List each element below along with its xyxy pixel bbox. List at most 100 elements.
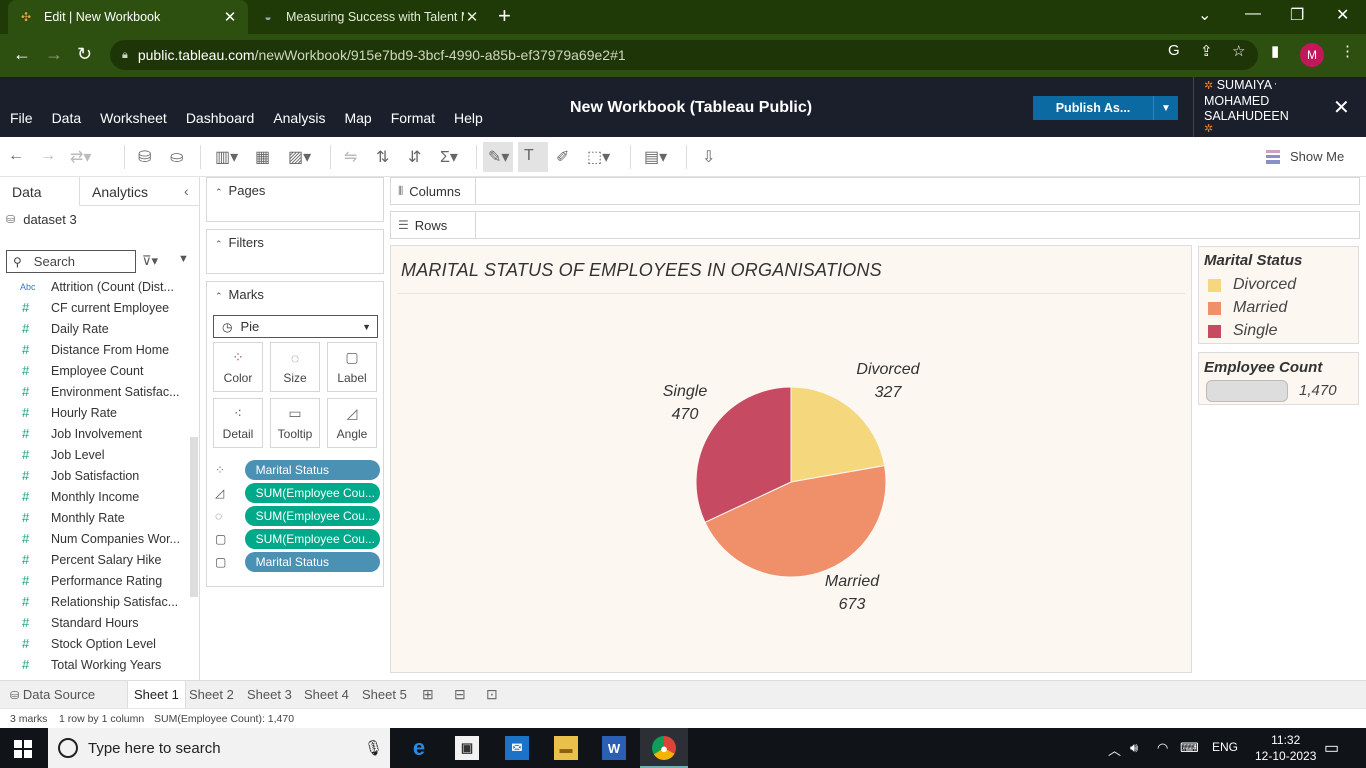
restore-icon[interactable]: ❐ xyxy=(1290,5,1304,25)
legend-item-divorced[interactable]: Divorced xyxy=(1208,275,1296,295)
highlight-icon[interactable]: ✎▾ xyxy=(488,147,509,167)
field-item[interactable]: # Employee Count xyxy=(0,360,190,381)
format-workbook-icon[interactable]: ✐ xyxy=(556,147,569,167)
new-tab-button[interactable]: + xyxy=(498,5,511,27)
tab-search-icon[interactable]: ⌄ xyxy=(1198,5,1211,25)
field-item[interactable]: # Environment Satisfac... xyxy=(0,381,190,402)
reload-icon[interactable]: ↻ xyxy=(77,44,92,65)
menu-worksheet[interactable]: Worksheet xyxy=(100,110,167,126)
legend-item-married[interactable]: Married xyxy=(1208,298,1287,318)
filters-header[interactable]: ⌃ Filters xyxy=(215,235,264,250)
marital-status-pill[interactable]: Marital Status xyxy=(244,552,380,572)
new-story-icon[interactable]: ⊡ xyxy=(486,686,498,703)
search-input[interactable]: ⚲ Search xyxy=(6,250,136,273)
field-item[interactable]: # Relationship Satisfac... xyxy=(0,591,190,612)
minimize-icon[interactable]: — xyxy=(1245,5,1261,23)
angle-button[interactable]: ◿ Angle xyxy=(327,398,377,448)
field-item[interactable]: # Monthly Income xyxy=(0,486,190,507)
viz-area[interactable]: MARITAL STATUS OF EMPLOYEES IN ORGANISAT… xyxy=(390,245,1192,673)
swap-icon[interactable]: ⇋ xyxy=(344,147,357,167)
clock[interactable]: 11:32 12-10-2023 xyxy=(1255,732,1316,764)
field-item[interactable]: # Percent Salary Hike xyxy=(0,549,190,570)
filter-fields-icon[interactable]: ⊽▾ xyxy=(142,253,158,269)
field-item[interactable]: Abc Attrition (Count (Dist... xyxy=(0,276,190,297)
field-item[interactable]: # Hourly Rate xyxy=(0,402,190,423)
windows-start-icon[interactable] xyxy=(14,740,32,758)
share-icon[interactable]: ⇪ xyxy=(1200,42,1213,60)
tray-overflow-icon[interactable]: ︿ xyxy=(1108,740,1121,759)
data-source-tab[interactable]: ⛁ Data Source xyxy=(10,687,95,702)
field-item[interactable]: # Daily Rate xyxy=(0,318,190,339)
publish-dropdown-icon[interactable]: ▼ xyxy=(1153,96,1178,120)
back-icon[interactable]: ← xyxy=(13,44,31,65)
new-datasource-icon[interactable]: ⛁ xyxy=(138,147,151,167)
sort-ascending-icon[interactable]: ⇅ xyxy=(376,147,389,167)
label-button[interactable]: ▢ Label xyxy=(327,342,377,392)
field-item[interactable]: # Distance From Home xyxy=(0,339,190,360)
sheet-tab-3[interactable]: Sheet 3 xyxy=(247,687,292,702)
keyboard-icon[interactable]: ⌨ xyxy=(1180,740,1199,756)
pause-updates-icon[interactable]: ⛀ xyxy=(170,147,183,167)
menu-format[interactable]: Format xyxy=(391,110,435,126)
size-button[interactable]: ◌ Size xyxy=(270,342,320,392)
collapse-caret-icon[interactable]: ⌃ xyxy=(215,187,223,197)
new-worksheet-icon[interactable]: ⊞ xyxy=(422,686,434,703)
employee-count-pill[interactable]: SUM(Employee Cou... xyxy=(244,529,380,549)
chrome-icon[interactable]: ● xyxy=(652,736,676,760)
sheet-tab-4[interactable]: Sheet 4 xyxy=(304,687,349,702)
browser-menu-icon[interactable]: ⋮ xyxy=(1340,42,1355,60)
publish-label[interactable]: Publish As... xyxy=(1033,101,1153,115)
browser-tab-active[interactable]: ✣ Edit | New Workbook ✕ xyxy=(8,0,248,34)
mail-icon[interactable]: ✉ xyxy=(505,736,529,760)
collapse-pane-icon[interactable]: ‹ xyxy=(184,183,189,199)
menu-help[interactable]: Help xyxy=(454,110,483,126)
microphone-icon[interactable]: 🎙︎ xyxy=(364,739,383,757)
google-icon[interactable]: G xyxy=(1168,42,1180,59)
taskbar-search[interactable]: Type here to search 🎙︎ xyxy=(48,728,390,768)
employee-count-pill[interactable]: SUM(Employee Cou... xyxy=(244,483,380,503)
columns-shelf[interactable]: ⦀ Columns xyxy=(390,177,1360,205)
tab-close-icon[interactable]: ✕ xyxy=(222,8,238,26)
word-icon[interactable]: W xyxy=(602,736,626,760)
scrollbar[interactable] xyxy=(190,437,198,597)
field-item[interactable]: # Total Working Years xyxy=(0,654,190,675)
tooltip-button[interactable]: ▭ Tooltip xyxy=(270,398,320,448)
pie-chart[interactable]: Divorced 327 Married 673 Single 470 xyxy=(391,246,1193,674)
tab-close-icon[interactable]: ✕ xyxy=(464,8,480,26)
forward-icon[interactable]: → xyxy=(45,44,63,65)
user-menu[interactable]: ✲ SUMAIYA ' MOHAMED SALAHUDEEN ✲ xyxy=(1193,77,1311,137)
field-item[interactable]: # CF current Employee xyxy=(0,297,190,318)
marks-header[interactable]: ⌃ Marks xyxy=(215,287,264,302)
totals-icon[interactable]: Σ▾ xyxy=(440,147,458,167)
rows-shelf[interactable]: ☰ Rows xyxy=(390,211,1360,239)
publish-button[interactable]: Publish As... ▼ xyxy=(1033,96,1178,120)
sort-fields-icon[interactable]: ▼ xyxy=(178,253,189,265)
menu-data[interactable]: Data xyxy=(52,110,82,126)
edge-icon[interactable]: e xyxy=(407,735,431,760)
clear-sheet-icon[interactable]: ▨▾ xyxy=(288,147,311,167)
field-item[interactable]: # Standard Hours xyxy=(0,612,190,633)
undo-icon[interactable]: ← xyxy=(8,147,24,165)
field-item[interactable]: # Job Involvement xyxy=(0,423,190,444)
collapse-caret-icon[interactable]: ⌃ xyxy=(215,239,223,249)
sort-descending-icon[interactable]: ⇵ xyxy=(408,147,421,167)
field-item[interactable]: # Num Companies Wor... xyxy=(0,528,190,549)
redo-icon[interactable]: → xyxy=(40,147,56,165)
browser-tab[interactable]: ◒ Measuring Success with Talent M ✕ xyxy=(250,0,490,34)
tab-analytics[interactable]: Analytics xyxy=(92,184,148,200)
field-item[interactable]: # Performance Rating xyxy=(0,570,190,591)
legend-item-single[interactable]: Single xyxy=(1208,321,1277,341)
sheet-tab-5[interactable]: Sheet 5 xyxy=(362,687,407,702)
bookmark-star-icon[interactable]: ☆ xyxy=(1232,42,1245,60)
side-panel-icon[interactable]: ▮ xyxy=(1271,42,1279,60)
sheet-tab-1[interactable]: Sheet 1 xyxy=(127,681,186,709)
close-window-icon[interactable]: ✕ xyxy=(1336,5,1349,25)
presentation-icon[interactable]: ▤▾ xyxy=(644,147,667,167)
show-me-button[interactable]: Show Me xyxy=(1266,149,1344,164)
menu-dashboard[interactable]: Dashboard xyxy=(186,110,255,126)
marital-status-pill[interactable]: Marital Status xyxy=(244,460,380,480)
menu-file[interactable]: File xyxy=(10,110,33,126)
mark-type-select[interactable]: ◷ Pie ▼ xyxy=(213,315,378,338)
field-item[interactable]: # Job Level xyxy=(0,444,190,465)
field-item[interactable]: # Job Satisfaction xyxy=(0,465,190,486)
